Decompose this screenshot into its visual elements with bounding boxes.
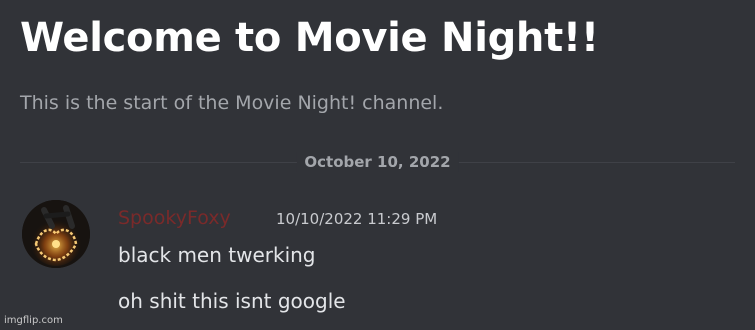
date-divider-label: October 10, 2022 [296, 152, 459, 172]
channel-welcome-title: Welcome to Movie Night!! [20, 15, 599, 61]
message-username[interactable]: SpookyFoxy [118, 205, 231, 231]
fox-avatar-icon [22, 200, 90, 268]
channel-view: Welcome to Movie Night!! This is the sta… [0, 0, 755, 330]
channel-welcome-subtitle: This is the start of the Movie Night! ch… [20, 92, 444, 114]
imgflip-watermark: imgflip.com [4, 315, 63, 326]
message-text: oh shit this isnt google [118, 289, 346, 313]
message-text: black men twerking [118, 243, 316, 267]
message-timestamp: 10/10/2022 11:29 PM [276, 210, 438, 228]
user-avatar[interactable] [22, 200, 90, 268]
